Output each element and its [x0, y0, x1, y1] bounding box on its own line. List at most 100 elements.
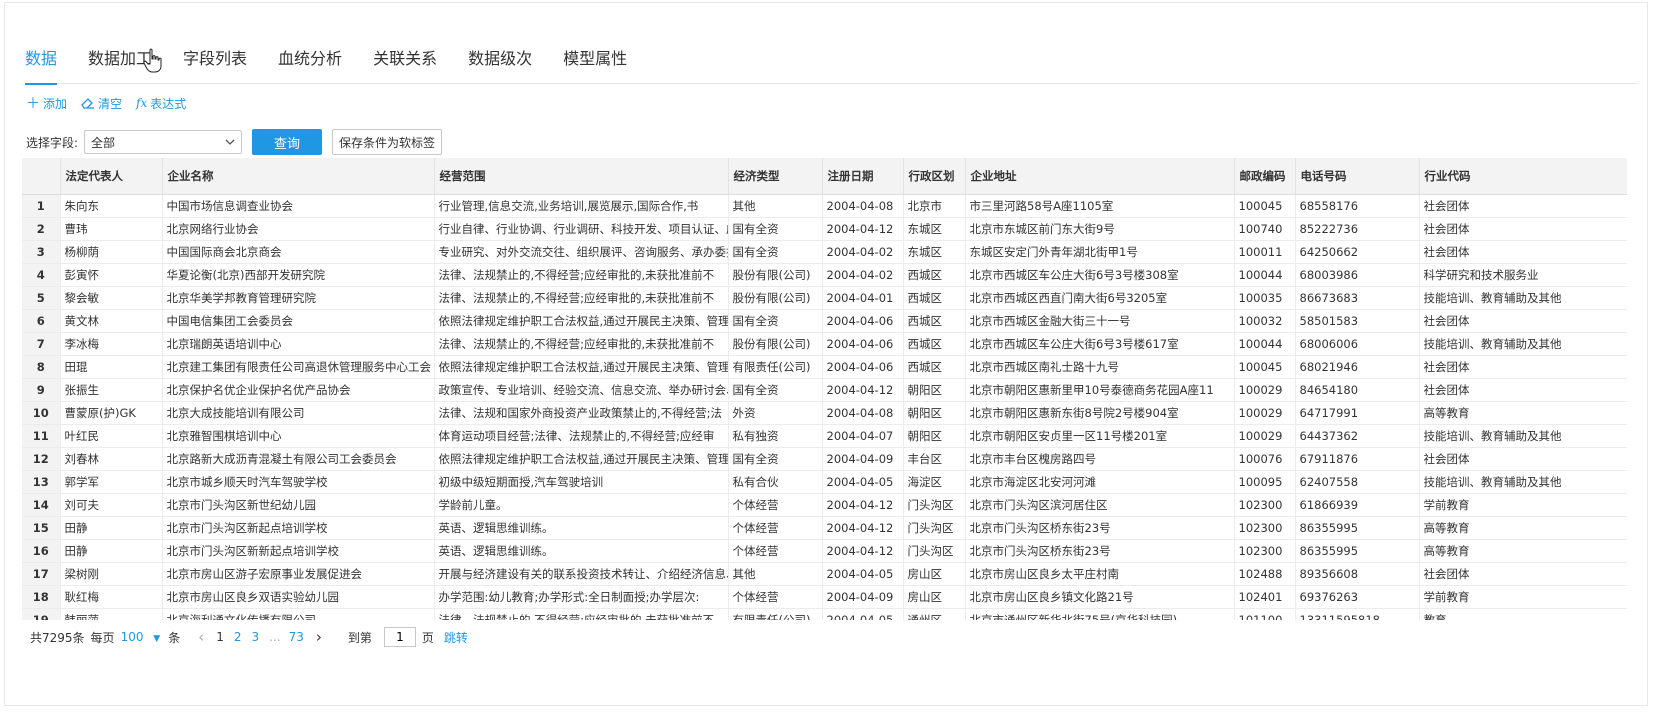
- table-cell: 北京建工集团有限责任公司高退休管理服务中心工会: [162, 355, 435, 379]
- table-row[interactable]: 12 刘春林 北京路新大成沥青混凝土有限公司工会委员会 依照法律规定维护职工合法权益,…: [22, 447, 1627, 471]
- jump-button[interactable]: 跳转: [444, 629, 468, 646]
- table-cell: 100032: [1234, 309, 1296, 333]
- prev-page-button[interactable]: ‹: [198, 628, 204, 646]
- table-cell: 学前教育: [1419, 585, 1627, 609]
- table-cell: 102300: [1234, 539, 1296, 563]
- tab-field-list[interactable]: 字段列表: [183, 31, 247, 83]
- table-row[interactable]: 2 曹玮 北京网络行业协会 行业自律、行业协调、行业调研、科技开发、项目认证、成 国有全…: [22, 217, 1627, 241]
- table-row[interactable]: 15 田静 北京市门头沟区新起点培训学校 英语、逻辑思维训练。 个体经营 2004-04-…: [22, 516, 1627, 540]
- per-page-select[interactable]: 100 ▼: [121, 630, 167, 644]
- page-3[interactable]: 3: [252, 630, 260, 644]
- table-cell: 中国电信集团工会委员会: [162, 309, 435, 333]
- table-cell: 2004-04-05: [822, 470, 904, 494]
- tab-model-properties[interactable]: 模型属性: [563, 31, 627, 83]
- table-row[interactable]: 1 朱向东 中国市场信息调查业协会 行业管理,信息交流,业务培训,展览展示,国际合作,…: [22, 194, 1627, 218]
- table-cell: 100035: [1234, 286, 1296, 310]
- table-cell: 依照法律规定维护职工合法权益,通过开展民主决策、管理: [434, 309, 729, 333]
- column-header[interactable]: 经营范围: [434, 158, 729, 195]
- table-cell: 北京市朝阳区惠新里甲10号泰德商务花园A座11: [965, 378, 1235, 402]
- table-cell: 101100: [1234, 608, 1296, 620]
- hand-cursor-icon: [143, 48, 162, 73]
- row-number: 9: [22, 378, 61, 402]
- tab-data[interactable]: 数据: [25, 31, 58, 85]
- table-cell: 行业管理,信息交流,业务培训,展览展示,国际合作,书: [434, 194, 729, 218]
- table-cell: 北京市通州区新华北街75号(京华科技园): [965, 608, 1235, 620]
- query-button[interactable]: 查询: [252, 129, 323, 155]
- table-row[interactable]: 5 黎会敏 北京华美学邦教育管理研究院 法律、法规禁止的,不得经营;应经审批的,未获批…: [22, 286, 1627, 310]
- table-row[interactable]: 14 刘可夫 北京市门头沟区新世纪幼儿园 学龄前儿童。 个体经营 2004-04-12 门头…: [22, 493, 1627, 517]
- add-label: 添加: [43, 96, 68, 111]
- tab-lineage-analysis[interactable]: 血统分析: [278, 31, 342, 83]
- table-cell: 刘春林: [60, 447, 163, 471]
- column-header[interactable]: 邮政编码: [1234, 158, 1296, 195]
- expression-label: 表达式: [150, 96, 187, 111]
- row-number: 13: [22, 470, 61, 494]
- table-row[interactable]: 8 田琨 北京建工集团有限责任公司高退休管理服务中心工会 依照法律规定维护职工合法权益…: [22, 355, 1627, 379]
- table-row[interactable]: 16 田静 北京市门头沟区新新起点培训学校 英语、逻辑思维训练。 个体经营 2004-04…: [22, 539, 1627, 563]
- data-grid: 法定代表人 企业名称 经营范围 经济类型 注册日期 行政区划 企业地址 邮政编码…: [22, 158, 1627, 620]
- column-header[interactable]: 注册日期: [822, 158, 904, 195]
- column-header[interactable]: 企业地址: [965, 158, 1235, 195]
- table-cell: 102401: [1234, 585, 1296, 609]
- table-row[interactable]: 9 张振生 北京保护名优企业保护名优产品协会 政策宣传、专业培训、经验交流、信息交流、…: [22, 378, 1627, 402]
- column-header[interactable]: 企业名称: [162, 158, 435, 195]
- page-73[interactable]: 73: [289, 630, 304, 644]
- goto-page-input[interactable]: [383, 627, 416, 647]
- chevron-down-icon: [225, 139, 235, 145]
- table-row[interactable]: 6 黄文林 中国电信集团工会委员会 依照法律规定维护职工合法权益,通过开展民主决策、管…: [22, 309, 1627, 333]
- table-cell: 技能培训、教育辅助及其他: [1419, 424, 1627, 448]
- table-cell: 郭学军: [60, 470, 163, 494]
- table-cell: 2004-04-12: [822, 493, 904, 517]
- next-page-button[interactable]: ›: [316, 628, 322, 646]
- table-cell: 2004-04-05: [822, 562, 904, 586]
- table-cell: 朝阳区: [903, 401, 966, 425]
- column-header[interactable]: 经济类型: [728, 158, 823, 195]
- column-header[interactable]: 电话号码: [1295, 158, 1420, 195]
- table-row[interactable]: 7 李冰梅 北京瑞朗英语培训中心 法律、法规禁止的,不得经营;应经审批的,未获批准前不…: [22, 332, 1627, 356]
- table-cell: 100045: [1234, 355, 1296, 379]
- table-cell: 技能培训、教育辅助及其他: [1419, 332, 1627, 356]
- field-select[interactable]: 全部: [84, 130, 243, 154]
- page-1[interactable]: 1: [216, 630, 224, 644]
- expression-button[interactable]: fx 表达式: [136, 93, 186, 113]
- table-row[interactable]: 11 叶红民 北京雅智围棋培训中心 体育运动项目经营;法律、法规禁止的,不得经营;应经…: [22, 424, 1627, 448]
- table-cell: 86355995: [1295, 539, 1420, 563]
- table-cell: 国有全资: [728, 217, 823, 241]
- column-header[interactable]: 行政区划: [903, 158, 966, 195]
- table-cell: 2004-04-01: [822, 286, 904, 310]
- add-button[interactable]: ＋ 添加: [26, 93, 67, 113]
- tab-data-levels[interactable]: 数据级次: [468, 31, 532, 83]
- table-cell: 北京市门头沟区新新起点培训学校: [162, 539, 435, 563]
- table-row[interactable]: 10 曹蒙原(护)GK 北京大成技能培训有限公司 法律、法规和国家外商投资产业政策禁止…: [22, 401, 1627, 425]
- table-cell: 依照法律规定维护职工合法权益,通过开展民主决策、管理: [434, 447, 729, 471]
- table-cell: 社会团体: [1419, 378, 1627, 402]
- table-cell: 100029: [1234, 424, 1296, 448]
- table-cell: 办学范围:幼儿教育;办学形式:全日制面授;办学层次:: [434, 585, 729, 609]
- page-2[interactable]: 2: [234, 630, 242, 644]
- column-header[interactable]: 法定代表人: [60, 158, 163, 195]
- save-as-tag-button[interactable]: 保存条件为软标签: [332, 129, 443, 155]
- table-row[interactable]: 19 韩丽萍 北京海利通文化传播有限公司 法律、法规禁止的,不得经营;应经审批的,未获…: [22, 608, 1627, 620]
- table-cell: 法律、法规和国家外商投资产业政策禁止的,不得经营;法: [434, 401, 729, 425]
- table-cell: 北京市东城区前门东大街9号: [965, 217, 1235, 241]
- table-cell: 86355995: [1295, 516, 1420, 540]
- table-row[interactable]: 4 彭寅怀 华夏论衡(北京)西部开发研究院 法律、法规禁止的,不得经营;应经审批的,未…: [22, 263, 1627, 287]
- table-cell: 64250662: [1295, 240, 1420, 264]
- clear-label: 清空: [98, 96, 123, 111]
- clear-button[interactable]: 清空: [81, 93, 122, 113]
- field-select-value: 全部: [91, 135, 116, 150]
- table-cell: 李冰梅: [60, 332, 163, 356]
- row-number: 16: [22, 539, 61, 563]
- table-cell: 东城区安定门外青年湖北街甲1号: [965, 240, 1235, 264]
- table-row[interactable]: 3 杨柳荫 中国国际商会北京商会 专业研究、对外交流交往、组织展评、咨询服务、承办委托…: [22, 240, 1627, 264]
- table-row[interactable]: 13 郭学军 北京市城乡顺天时汽车驾驶学校 初级中级短期面授,汽车驾驶培训 私有合伙 20…: [22, 470, 1627, 494]
- table-row[interactable]: 17 梁树刚 北京市房山区游子宏原事业发展促进会 开展与经济建设有关的联系投资技术转让…: [22, 562, 1627, 586]
- table-cell: 2004-04-12: [822, 516, 904, 540]
- column-header[interactable]: 行业代码: [1419, 158, 1627, 195]
- filter-bar: 选择字段: 全部 查询 保存条件为软标签: [26, 129, 443, 155]
- table-row[interactable]: 18 耿红梅 北京市房山区良乡双语实验幼儿园 办学范围:幼儿教育;办学形式:全日制面授…: [22, 585, 1627, 609]
- row-number: 3: [22, 240, 61, 264]
- eraser-icon: [81, 98, 95, 109]
- table-cell: 体育运动项目经营;法律、法规禁止的,不得经营;应经审: [434, 424, 729, 448]
- tab-relations[interactable]: 关联关系: [373, 31, 437, 83]
